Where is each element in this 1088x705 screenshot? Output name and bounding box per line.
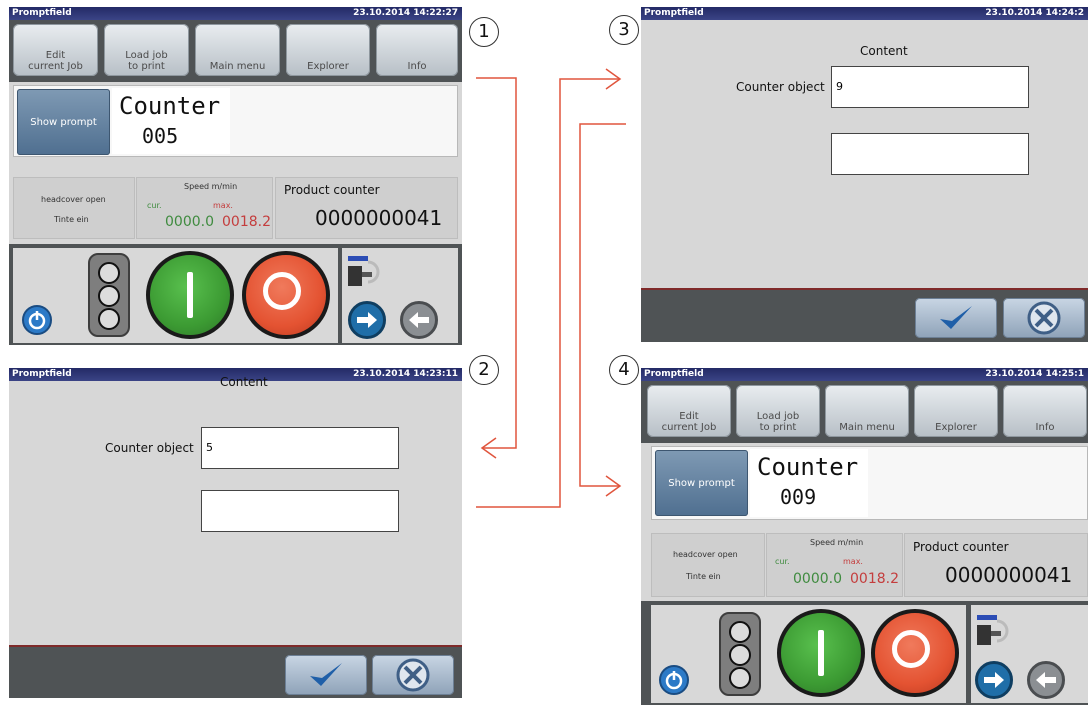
title-bar: Promptfield 23.10.2014 14:22:27 (9, 7, 462, 20)
checkmark-icon (940, 306, 972, 329)
speed-label: Speed m/min (184, 182, 238, 191)
checkmark-icon (310, 663, 342, 686)
status-box: headcover open Tinte ein (13, 177, 135, 239)
confirm-button[interactable] (915, 298, 997, 338)
edit-current-job-button[interactable]: Edit current Job (647, 385, 731, 437)
product-counter-value: 0000000041 (315, 206, 443, 230)
show-prompt-button[interactable]: Show prompt (17, 89, 110, 155)
cur-label: cur. (147, 201, 162, 210)
explorer-button[interactable]: Explorer (914, 385, 998, 437)
counter-object-input[interactable]: 5 (201, 427, 399, 469)
confirm-button[interactable] (285, 655, 367, 695)
content-heading: Content (860, 44, 908, 58)
content-heading: Content (220, 375, 268, 389)
secondary-input[interactable] (831, 133, 1029, 175)
step-number-4: 4 (609, 355, 639, 385)
cur-speed-value: 0000.0 (165, 214, 214, 230)
power-icon[interactable] (658, 664, 690, 696)
ink-status: Tinte ein (54, 215, 89, 224)
speed-label: Speed m/min (810, 538, 864, 547)
back-arrow-icon[interactable] (400, 301, 438, 339)
traffic-light-icon (719, 612, 761, 696)
explorer-button[interactable]: Explorer (286, 24, 370, 76)
counter-object-label: Counter object (105, 441, 194, 455)
menu-bar: Edit current Job Load job to print Main … (641, 381, 1088, 443)
title-bar: Promptfield 23.10.2014 14:24:2 (641, 7, 1088, 20)
max-label: max. (843, 557, 863, 566)
stop-button-icon[interactable] (871, 609, 959, 697)
headcover-status: headcover open (41, 195, 106, 204)
screen-2-prompt: Promptfield 23.10.2014 14:23:11 Content … (9, 368, 462, 698)
screen-1-main: Promptfield 23.10.2014 14:22:27 Edit cur… (9, 7, 462, 345)
cancel-icon (1027, 301, 1061, 335)
headcover-status: headcover open (673, 550, 738, 559)
product-counter-label: Product counter (284, 183, 380, 197)
window-title: Promptfield (644, 369, 704, 379)
start-button-icon[interactable] (777, 609, 865, 697)
max-speed-value: 0018.2 (222, 214, 271, 230)
window-title: Promptfield (644, 8, 704, 18)
counter-value: 009 (780, 485, 817, 509)
stop-button-icon[interactable] (242, 251, 330, 339)
forward-arrow-icon[interactable] (975, 661, 1013, 699)
product-counter-value: 0000000041 (945, 563, 1073, 587)
load-job-to-print-button[interactable]: Load job to print (104, 24, 189, 76)
counter-value: 005 (142, 124, 179, 148)
main-menu-button[interactable]: Main menu (825, 385, 909, 437)
product-counter-box: Product counter 0000000041 (904, 533, 1088, 597)
speed-box: Speed m/min cur. max. 0000.0 0018.2 (136, 177, 273, 239)
prompt-display: Show prompt Counter 009 (651, 446, 1088, 520)
counter-label: Counter (119, 92, 221, 120)
cur-speed-value: 0000.0 (793, 571, 842, 587)
info-button[interactable]: Info (376, 24, 458, 76)
back-arrow-icon[interactable] (1027, 661, 1065, 699)
counter-object-input[interactable]: 9 (831, 66, 1029, 108)
speed-box: Speed m/min cur. max. 0000.0 0018.2 (766, 533, 903, 597)
datetime: 23.10.2014 14:24:2 (985, 8, 1084, 18)
counter-label: Counter (757, 453, 859, 481)
datetime: 23.10.2014 14:22:27 (353, 8, 458, 18)
window-title: Promptfield (12, 8, 72, 18)
prompt-display: Show prompt Counter 005 (13, 85, 458, 157)
traffic-light-icon (88, 253, 130, 337)
counter-object-label: Counter object (736, 80, 825, 94)
control-bar (9, 244, 462, 345)
max-speed-value: 0018.2 (850, 571, 899, 587)
forward-arrow-icon[interactable] (348, 301, 386, 339)
title-bar: Promptfield 23.10.2014 14:25:1 (641, 368, 1088, 381)
datetime: 23.10.2014 14:23:11 (353, 369, 458, 379)
action-bar (641, 290, 1088, 342)
control-bar (641, 601, 1088, 705)
power-icon[interactable] (21, 304, 53, 336)
start-button-icon[interactable] (146, 251, 234, 339)
cancel-button[interactable] (372, 655, 454, 695)
job-indicator-icon (346, 254, 386, 294)
screen-3-prompt: Promptfield 23.10.2014 14:24:2 Content C… (641, 7, 1088, 342)
product-counter-label: Product counter (913, 540, 1009, 554)
datetime: 23.10.2014 14:25:1 (985, 369, 1084, 379)
job-indicator-icon (975, 613, 1015, 653)
step-number-1: 1 (469, 17, 499, 47)
step-number-2: 2 (469, 355, 499, 385)
action-bar (9, 647, 462, 698)
load-job-to-print-button[interactable]: Load job to print (736, 385, 820, 437)
max-label: max. (213, 201, 233, 210)
edit-current-job-button[interactable]: Edit current Job (13, 24, 98, 76)
product-counter-box: Product counter 0000000041 (275, 177, 458, 239)
screen-4-main: Promptfield 23.10.2014 14:25:1 Edit curr… (641, 368, 1088, 705)
menu-bar: Edit current Job Load job to print Main … (9, 20, 462, 82)
cancel-button[interactable] (1003, 298, 1085, 338)
secondary-input[interactable] (201, 490, 399, 532)
info-button[interactable]: Info (1003, 385, 1087, 437)
show-prompt-button[interactable]: Show prompt (655, 450, 748, 516)
main-menu-button[interactable]: Main menu (195, 24, 280, 76)
cancel-icon (396, 658, 430, 692)
status-box: headcover open Tinte ein (651, 533, 765, 597)
cur-label: cur. (775, 557, 790, 566)
window-title: Promptfield (12, 369, 72, 379)
step-number-3: 3 (609, 15, 639, 45)
ink-status: Tinte ein (686, 572, 721, 581)
